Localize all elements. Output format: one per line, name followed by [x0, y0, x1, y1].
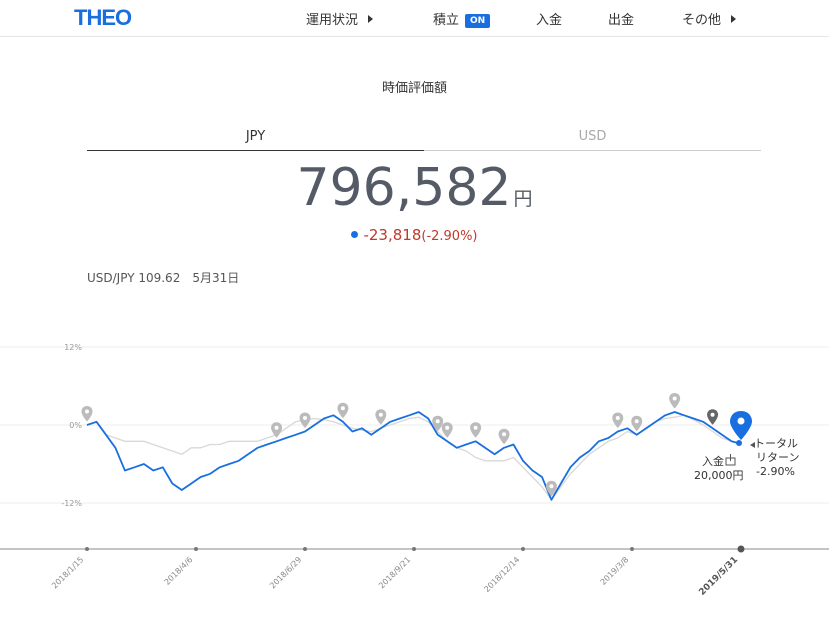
pin-hole [502, 432, 507, 437]
deposit-coin-icon [725, 454, 736, 466]
series-dot-icon [351, 231, 359, 238]
pin-icon[interactable] [631, 415, 643, 432]
pin-shape [669, 393, 681, 409]
amount-unit: 円 [513, 188, 533, 210]
pin-hole [445, 425, 450, 430]
location-pin-icon [730, 411, 752, 440]
pin-hole [274, 425, 279, 430]
pin-icon[interactable] [299, 412, 311, 429]
fx-pair-rate: USD/JPY 109.62 [87, 271, 181, 285]
y-tick-label: 12% [64, 343, 82, 352]
pin-icon[interactable] [470, 422, 482, 438]
y-tick-label: 0% [69, 421, 82, 430]
current-point [736, 440, 742, 446]
pin-shape [631, 415, 643, 432]
valuation-change: -23,818(-2.90%) [0, 226, 829, 244]
pin-shape [375, 409, 387, 425]
x-tick-label: 2019/3/8 [599, 555, 631, 587]
x-tick-label: 2018/4/6 [163, 555, 195, 587]
nav-accumulate[interactable]: 積立 ON [433, 9, 491, 28]
fx-rate: USD/JPY 109.62 5月31日 [87, 269, 239, 286]
y-tick-label: -12% [61, 499, 82, 508]
pin-hole [378, 412, 383, 417]
pin-icon[interactable] [707, 409, 719, 425]
section-title: 時価評価額 [381, 81, 447, 96]
pin-icon[interactable] [612, 412, 624, 429]
x-tick-mark [630, 547, 634, 551]
theo-logo[interactable]: THEO [74, 5, 132, 31]
pin-shape [337, 402, 349, 419]
caret-right-icon [368, 15, 374, 23]
total-return-line2: リターン [756, 451, 799, 464]
x-tick-mark [412, 547, 416, 551]
nav-other-label: その他 [682, 13, 722, 28]
on-badge: ON [465, 14, 491, 28]
valuation-amount: 796,582 円 [0, 158, 829, 218]
pin-icon[interactable] [498, 428, 510, 445]
amount-value: 796,582 [296, 158, 512, 218]
pin-shape [81, 406, 93, 422]
pin-hole [473, 425, 478, 430]
nav-performance-label: 運用状況 [306, 13, 359, 28]
pin-shape [707, 409, 719, 425]
pin-hole [634, 419, 639, 424]
pin-shape [498, 428, 510, 445]
pin-hole [549, 484, 554, 489]
nav-accumulate-label: 積立 [433, 13, 460, 28]
pin-shape [299, 412, 311, 428]
x-tick-label: 2018/12/14 [482, 555, 521, 594]
change-percent: (-2.90%) [421, 229, 478, 244]
x-tick-mark [521, 547, 525, 551]
change-amount: -23,818 [363, 226, 422, 244]
pin-hole [737, 417, 745, 425]
nav-withdraw[interactable]: 出金 [608, 9, 634, 28]
x-tick-mark [85, 547, 89, 551]
deposit-amount: 20,000円 [694, 469, 744, 482]
total-return-line1: トータル [754, 437, 798, 450]
pin-icon[interactable] [337, 402, 349, 419]
caret-right-icon [731, 15, 737, 23]
pin-hole [710, 412, 715, 417]
event-pins [81, 393, 719, 497]
nav-deposit[interactable]: 入金 [536, 9, 562, 28]
tab-jpy[interactable]: JPY [87, 129, 424, 151]
performance-chart[interactable]: 12%0%-12% 2018/1/15 2018/4/6 2018/6/29 2018… [0, 320, 829, 610]
x-tick-mark [737, 545, 745, 553]
tab-usd[interactable]: USD [424, 129, 761, 151]
pin-hole [303, 416, 307, 420]
x-tick-mark [194, 547, 198, 551]
deposit-label: 入金 [702, 454, 724, 468]
pin-hole [672, 396, 677, 401]
x-tick-mark [303, 547, 307, 551]
pin-hole [615, 416, 620, 420]
pin-shape [441, 422, 453, 438]
pin-shape [612, 412, 624, 428]
x-tick-label: 2018/1/15 [50, 555, 85, 590]
nav-performance[interactable]: 運用状況 [306, 9, 374, 28]
x-axis-ticks: 2018/1/15 2018/4/6 2018/6/29 2018/9/21 2018/… [50, 545, 745, 598]
pin-hole [85, 409, 89, 414]
x-tick-label: 2018/6/29 [268, 555, 303, 590]
x-tick-label: 2018/9/21 [377, 555, 412, 590]
current-position-pin[interactable] [730, 411, 752, 446]
fx-date: 5月31日 [192, 271, 240, 285]
total-return-value: -2.90% [756, 465, 795, 478]
pin-hole [340, 406, 345, 411]
pin-icon[interactable] [441, 422, 453, 438]
pin-shape [470, 422, 482, 438]
top-nav-bar: THEO 運用状況 積立 ON 入金 出金 その他 [0, 0, 829, 37]
pin-icon[interactable] [669, 393, 681, 409]
pin-hole [435, 419, 440, 424]
pin-icon[interactable] [375, 409, 387, 425]
x-tick-label: 2019/5/31 [697, 555, 740, 598]
pin-icon[interactable] [81, 406, 93, 422]
nav-other[interactable]: その他 [682, 9, 737, 28]
